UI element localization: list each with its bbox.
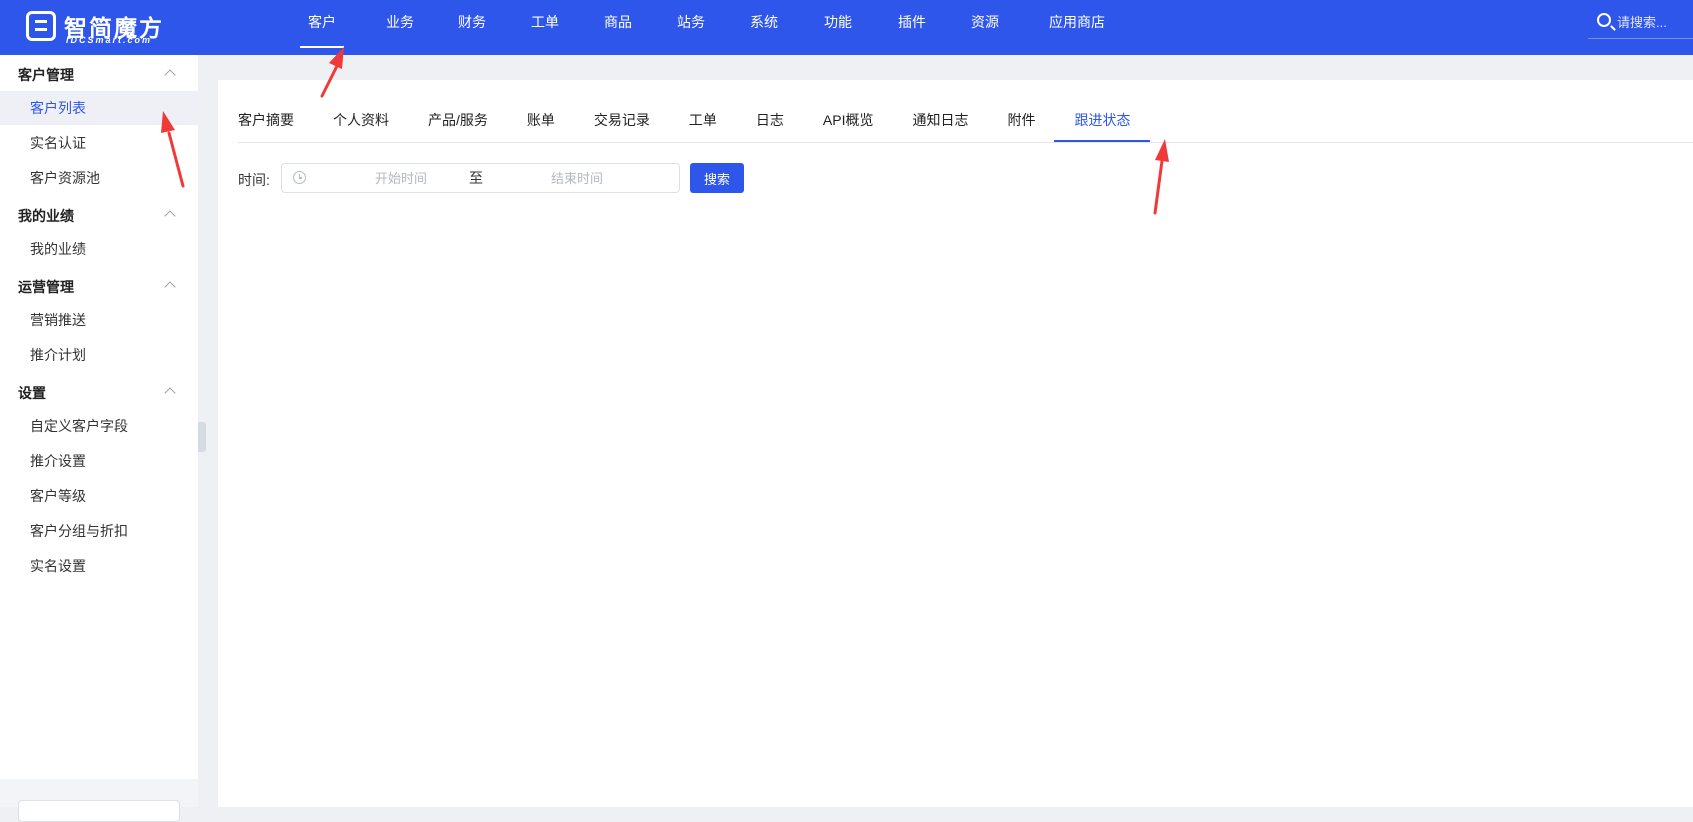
sidebar-group-settings[interactable]: 设置 bbox=[18, 383, 46, 403]
tab-notification-logs[interactable]: 通知日志 bbox=[912, 102, 968, 142]
search-button[interactable]: 搜索 bbox=[690, 163, 744, 193]
tab-attachments[interactable]: 附件 bbox=[1007, 102, 1035, 142]
search-input[interactable] bbox=[1617, 12, 1693, 32]
sidebar-footer-box[interactable] bbox=[18, 800, 180, 822]
sidebar-item-customer-list[interactable]: 客户列表 bbox=[0, 91, 198, 125]
date-range-picker[interactable]: 至 bbox=[281, 163, 680, 193]
sidebar-item-groups-discounts[interactable]: 客户分组与折扣 bbox=[0, 514, 198, 548]
sidebar-item-marketing-push[interactable]: 营销推送 bbox=[0, 303, 198, 337]
sidebar-item-customer-pool[interactable]: 客户资源池 bbox=[0, 161, 198, 195]
search-icon bbox=[1597, 13, 1611, 27]
nav-item-function[interactable]: 功能 bbox=[824, 0, 852, 55]
nav-item-site[interactable]: 站务 bbox=[677, 0, 705, 55]
sidebar-collapse-handle[interactable] bbox=[198, 422, 206, 452]
logo-subtext: IDCSmart.com bbox=[66, 35, 153, 45]
nav-item-system[interactable]: 系统 bbox=[750, 0, 778, 55]
tab-api-overview[interactable]: API概览 bbox=[823, 102, 874, 142]
clock-icon bbox=[293, 171, 306, 184]
tab-transactions[interactable]: 交易记录 bbox=[594, 102, 650, 142]
nav-item-plugin[interactable]: 插件 bbox=[898, 0, 926, 55]
tab-logs[interactable]: 日志 bbox=[756, 102, 784, 142]
tab-customer-summary[interactable]: 客户摘要 bbox=[238, 102, 294, 142]
tabs-divider bbox=[238, 142, 1693, 143]
nav-item-finance[interactable]: 财务 bbox=[458, 0, 486, 55]
sidebar-group-customer-management[interactable]: 客户管理 bbox=[18, 65, 74, 85]
time-filter-label: 时间: bbox=[238, 172, 270, 188]
main-panel: 客户摘要 个人资料 产品/服务 账单 交易记录 工单 日志 API概览 通知日志… bbox=[218, 80, 1693, 807]
nav-item-product[interactable]: 商品 bbox=[604, 0, 632, 55]
sidebar-item-customer-level[interactable]: 客户等级 bbox=[0, 479, 198, 513]
sidebar-item-referral-plan[interactable]: 推介计划 bbox=[0, 338, 198, 372]
nav-item-ticket[interactable]: 工单 bbox=[531, 0, 559, 55]
date-range-separator: 至 bbox=[469, 170, 483, 186]
customer-tabs: 客户摘要 个人资料 产品/服务 账单 交易记录 工单 日志 API概览 通知日志… bbox=[238, 102, 1151, 144]
nav-item-app-store[interactable]: 应用商店 bbox=[1049, 0, 1105, 55]
sidebar-item-real-name-auth[interactable]: 实名认证 bbox=[0, 126, 198, 160]
tab-follow-up-status[interactable]: 跟进状态 bbox=[1054, 102, 1151, 142]
start-date-input[interactable] bbox=[336, 169, 466, 187]
nav-item-resource[interactable]: 资源 bbox=[971, 0, 999, 55]
end-date-input[interactable] bbox=[512, 169, 642, 187]
tab-products-services[interactable]: 产品/服务 bbox=[428, 102, 488, 142]
nav-item-customer[interactable]: 客户 bbox=[300, 0, 344, 55]
sidebar-item-my-performance[interactable]: 我的业绩 bbox=[0, 232, 198, 266]
sidebar-group-my-performance[interactable]: 我的业绩 bbox=[18, 206, 74, 226]
logo-mark-icon bbox=[26, 11, 56, 41]
tab-invoices[interactable]: 账单 bbox=[527, 102, 555, 142]
sidebar-item-referral-settings[interactable]: 推介设置 bbox=[0, 444, 198, 478]
top-navigation-bar: 智简魔方 IDCSmart.com 客户 业务 财务 工单 商品 站务 系统 功… bbox=[0, 0, 1693, 55]
sidebar-item-custom-fields[interactable]: 自定义客户字段 bbox=[0, 409, 198, 443]
main-nav: 客户 业务 财务 工单 商品 站务 系统 功能 插件 资源 应用商店 bbox=[300, 0, 1105, 55]
sidebar-group-operations[interactable]: 运营管理 bbox=[18, 277, 74, 297]
global-search bbox=[1588, 8, 1693, 39]
nav-item-business[interactable]: 业务 bbox=[386, 0, 414, 55]
tab-tickets[interactable]: 工单 bbox=[689, 102, 717, 142]
tab-profile[interactable]: 个人资料 bbox=[333, 102, 389, 142]
sidebar-item-real-name-settings[interactable]: 实名设置 bbox=[0, 549, 198, 583]
